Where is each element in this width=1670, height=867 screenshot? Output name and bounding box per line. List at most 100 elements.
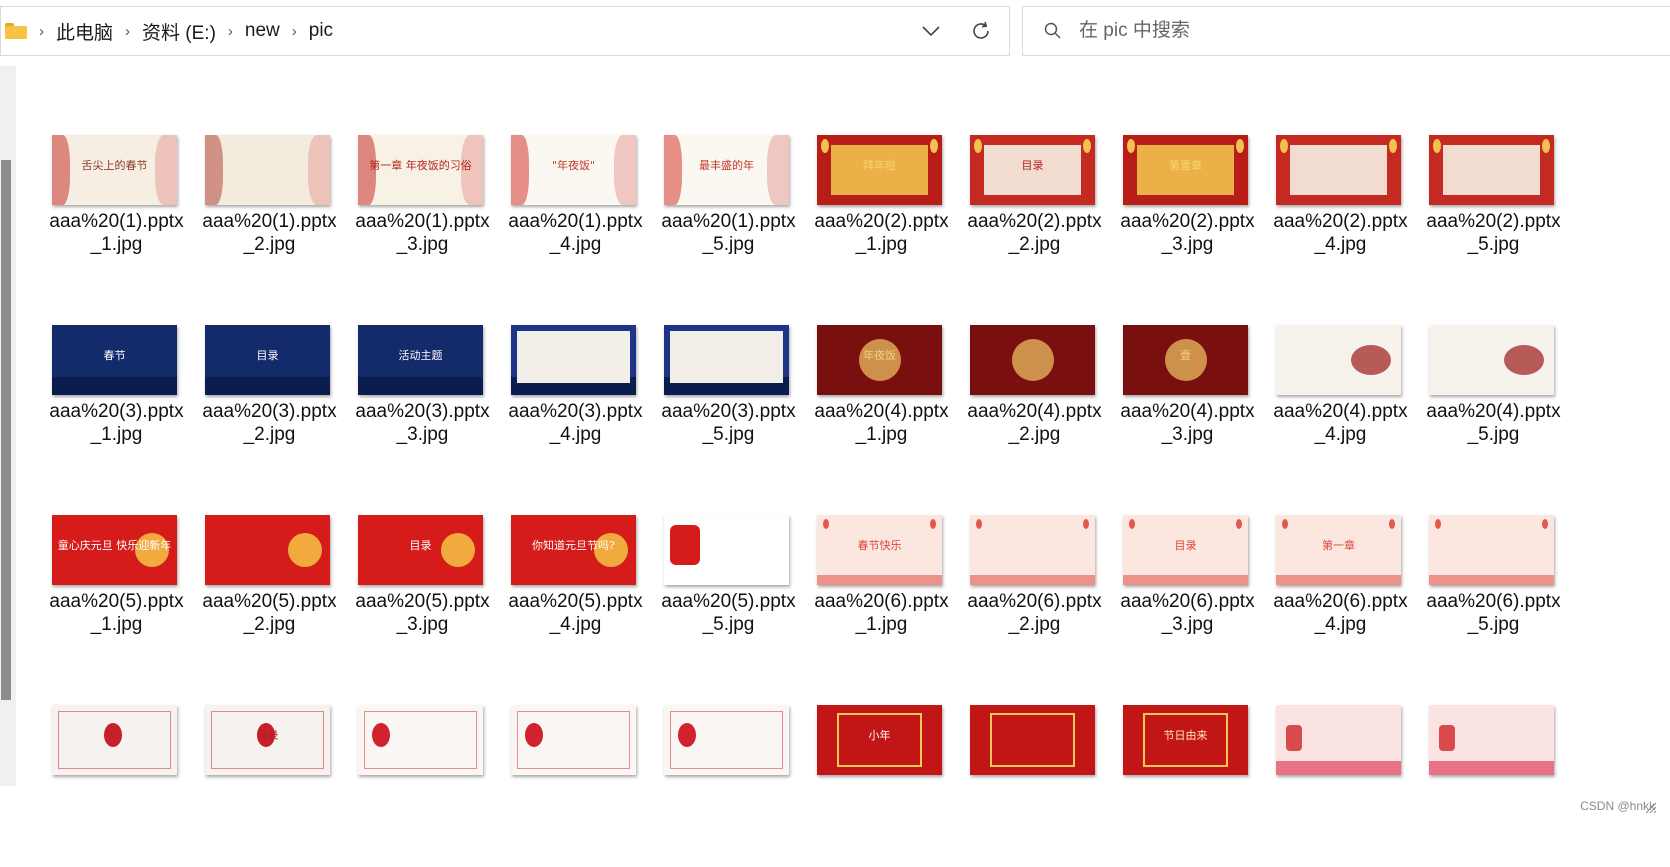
file-item[interactable]: 第一章 aaa%20(6).pptx _4.jpg	[1264, 440, 1417, 635]
file-thumbnail[interactable]: 目录	[358, 515, 483, 585]
breadcrumb-item-pic[interactable]: pic	[309, 20, 333, 42]
file-thumbnail[interactable]: "年夜饭"	[511, 135, 636, 205]
thumbnail-text: 你知道元旦节吗?	[532, 539, 615, 552]
file-thumbnail[interactable]	[664, 325, 789, 395]
file-thumbnail[interactable]: 壹	[1123, 325, 1248, 395]
file-item[interactable]: 壹 aaa%20(4).pptx _3.jpg	[1111, 250, 1264, 445]
file-item[interactable]: aaa%20(4).pptx _2.jpg	[958, 250, 1111, 445]
file-item[interactable]: 目录 aaa%20(5).pptx _3.jpg	[346, 440, 499, 635]
file-thumbnail[interactable]	[1429, 135, 1554, 205]
file-item[interactable]: 目录	[193, 630, 346, 787]
file-item[interactable]: aaa%20(5).pptx _2.jpg	[193, 440, 346, 635]
breadcrumb-item-this-pc[interactable]: 此电脑	[56, 18, 113, 45]
search-input[interactable]	[1079, 20, 1479, 42]
thumbnail-decoration	[1083, 139, 1091, 153]
breadcrumb-separator-icon[interactable]: ›	[292, 23, 297, 40]
file-thumbnail[interactable]: 目录	[1123, 515, 1248, 585]
file-item[interactable]: aaa%20(4).pptx _5.jpg	[1417, 250, 1570, 445]
file-thumbnail[interactable]: 年夜饭	[817, 325, 942, 395]
file-thumbnail[interactable]	[664, 515, 789, 585]
resize-grip-icon[interactable]	[1644, 801, 1658, 815]
file-thumbnail[interactable]: 目录	[970, 135, 1095, 205]
file-item[interactable]: aaa%20(6).pptx _5.jpg	[1417, 440, 1570, 635]
file-item[interactable]: aaa%20(2).pptx _4.jpg	[1264, 60, 1417, 255]
file-thumbnail[interactable]	[205, 135, 330, 205]
breadcrumb-separator-icon[interactable]: ›	[39, 23, 44, 40]
thumbnail-decoration	[1127, 139, 1135, 153]
file-item[interactable]	[346, 630, 499, 787]
file-item[interactable]: aaa%20(6).pptx _2.jpg	[958, 440, 1111, 635]
file-thumbnail[interactable]: 拜年啦	[817, 135, 942, 205]
file-thumbnail[interactable]: 小年	[817, 705, 942, 775]
file-item[interactable]: 目录 aaa%20(2).pptx _2.jpg	[958, 60, 1111, 255]
file-item[interactable]	[1264, 630, 1417, 787]
file-item[interactable]	[1417, 630, 1570, 787]
file-name-line: aaa%20(1).pptx	[202, 211, 337, 232]
file-thumbnail[interactable]	[52, 705, 177, 775]
file-thumbnail[interactable]	[1276, 325, 1401, 395]
file-thumbnail[interactable]	[970, 705, 1095, 775]
file-item[interactable]: 你知道元旦节吗? aaa%20(5).pptx _4.jpg	[499, 440, 652, 635]
file-thumbnail[interactable]: 活动主题	[358, 325, 483, 395]
file-thumbnail[interactable]: 童心庆元旦 快乐迎新年	[52, 515, 177, 585]
file-item[interactable]	[40, 630, 193, 787]
file-thumbnail[interactable]: 目录	[205, 705, 330, 775]
refresh-button[interactable]	[961, 11, 1001, 51]
file-thumbnail[interactable]	[1276, 135, 1401, 205]
breadcrumb-item-drive-e[interactable]: 资料 (E:)	[142, 18, 216, 45]
file-thumbnail[interactable]	[970, 325, 1095, 395]
file-thumbnail[interactable]	[664, 705, 789, 775]
file-item[interactable]: aaa%20(2).pptx _5.jpg	[1417, 60, 1570, 255]
file-item[interactable]: 童心庆元旦 快乐迎新年 aaa%20(5).pptx _1.jpg	[40, 440, 193, 635]
history-dropdown-button[interactable]	[911, 11, 951, 51]
file-thumbnail[interactable]	[970, 515, 1095, 585]
file-item[interactable]: 第壹章 aaa%20(2).pptx _3.jpg	[1111, 60, 1264, 255]
file-item[interactable]: aaa%20(1).pptx _2.jpg	[193, 60, 346, 255]
file-item[interactable]: aaa%20(3).pptx _5.jpg	[652, 250, 805, 445]
address-bar[interactable]: › 此电脑 › 资料 (E:) › new › pic	[0, 6, 1010, 56]
file-thumbnail[interactable]	[1429, 325, 1554, 395]
file-item[interactable]: 拜年啦 aaa%20(2).pptx _1.jpg	[805, 60, 958, 255]
file-item[interactable]: 目录 aaa%20(3).pptx _2.jpg	[193, 250, 346, 445]
file-item[interactable]: 节日由来	[1111, 630, 1264, 787]
file-thumbnail[interactable]	[1429, 515, 1554, 585]
file-item[interactable]: aaa%20(4).pptx _4.jpg	[1264, 250, 1417, 445]
file-item[interactable]: 小年	[805, 630, 958, 787]
file-thumbnail[interactable]: 第一章	[1276, 515, 1401, 585]
file-item[interactable]: 目录 aaa%20(6).pptx _3.jpg	[1111, 440, 1264, 635]
file-item[interactable]: 最丰盛的年 aaa%20(1).pptx _5.jpg	[652, 60, 805, 255]
file-thumbnail[interactable]	[1429, 705, 1554, 775]
file-thumbnail[interactable]: 你知道元旦节吗?	[511, 515, 636, 585]
file-thumbnail[interactable]: 第壹章	[1123, 135, 1248, 205]
file-item[interactable]: aaa%20(5).pptx _5.jpg	[652, 440, 805, 635]
breadcrumb-separator-icon[interactable]: ›	[125, 23, 130, 40]
file-thumbnail[interactable]	[511, 325, 636, 395]
breadcrumb-separator-icon[interactable]: ›	[228, 23, 233, 40]
file-thumbnail[interactable]	[205, 515, 330, 585]
file-item[interactable]: 第一章 年夜饭的习俗 aaa%20(1).pptx _3.jpg	[346, 60, 499, 255]
file-item[interactable]	[958, 630, 1111, 787]
thumbnail-decoration	[930, 519, 936, 529]
file-thumbnail[interactable]: 目录	[205, 325, 330, 395]
file-thumbnail[interactable]	[358, 705, 483, 775]
file-thumbnail[interactable]: 第一章 年夜饭的习俗	[358, 135, 483, 205]
vertical-scrollbar[interactable]	[1, 160, 11, 700]
file-item[interactable]: 活动主题 aaa%20(3).pptx _3.jpg	[346, 250, 499, 445]
search-box[interactable]	[1022, 6, 1670, 56]
file-thumbnail[interactable]: 春节	[52, 325, 177, 395]
file-thumbnail[interactable]	[511, 705, 636, 775]
file-item[interactable]: 年夜饭 aaa%20(4).pptx _1.jpg	[805, 250, 958, 445]
file-item[interactable]: 春节快乐 aaa%20(6).pptx _1.jpg	[805, 440, 958, 635]
file-item[interactable]: 舌尖上的春节 aaa%20(1).pptx _1.jpg	[40, 60, 193, 255]
file-thumbnail[interactable]: 舌尖上的春节	[52, 135, 177, 205]
breadcrumb-item-new[interactable]: new	[245, 20, 280, 42]
file-item[interactable]: 春节 aaa%20(3).pptx _1.jpg	[40, 250, 193, 445]
file-thumbnail[interactable]: 春节快乐	[817, 515, 942, 585]
file-item[interactable]: "年夜饭" aaa%20(1).pptx _4.jpg	[499, 60, 652, 255]
file-item[interactable]	[499, 630, 652, 787]
file-thumbnail[interactable]: 节日由来	[1123, 705, 1248, 775]
file-item[interactable]: aaa%20(3).pptx _4.jpg	[499, 250, 652, 445]
file-thumbnail[interactable]	[1276, 705, 1401, 775]
file-thumbnail[interactable]: 最丰盛的年	[664, 135, 789, 205]
file-item[interactable]	[652, 630, 805, 787]
